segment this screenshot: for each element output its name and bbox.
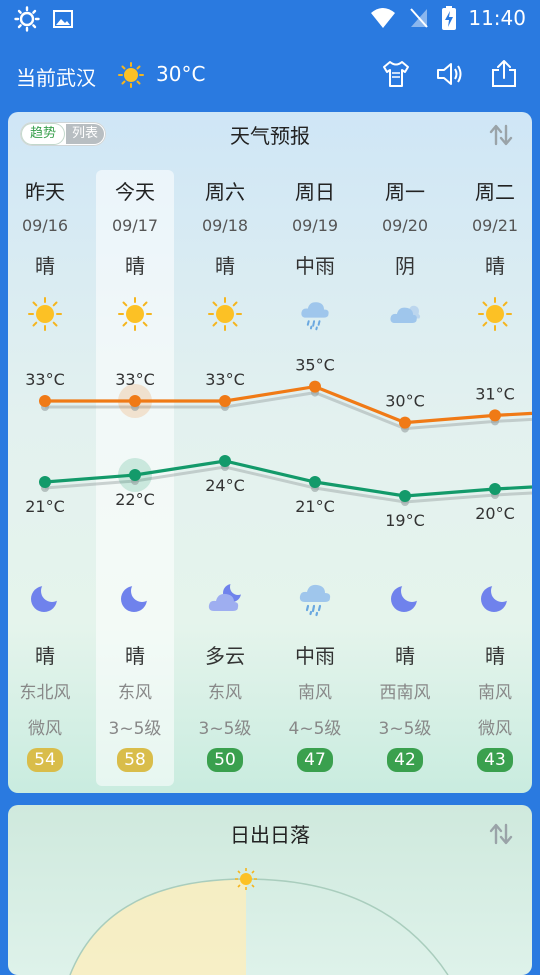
status-bar: 11:40 bbox=[0, 0, 540, 40]
low-temp-label: 21°C bbox=[295, 497, 335, 516]
low-temp-label: 21°C bbox=[25, 497, 65, 516]
temperature-chart: 33°C 21°C 33°C 22°C 33°C 24°C 35°C 21°C 30°C 19°C… bbox=[8, 112, 532, 793]
low-temp-line-point bbox=[39, 476, 51, 488]
clothing-icon[interactable] bbox=[380, 58, 412, 90]
high-temp-line-point bbox=[219, 395, 231, 407]
sunrise-sunset-card: 日出日落 bbox=[8, 805, 532, 975]
low-temp-label: 24°C bbox=[205, 476, 245, 495]
high-temp-label: 30°C bbox=[385, 392, 425, 411]
high-temp-line-point bbox=[399, 417, 411, 429]
low-temp-label: 20°C bbox=[475, 504, 515, 523]
high-temp-label: 33°C bbox=[25, 370, 65, 389]
high-temp-line bbox=[45, 387, 532, 423]
low-temp-line-point bbox=[489, 483, 501, 495]
wifi-icon bbox=[370, 6, 396, 30]
high-temp-line-point bbox=[489, 409, 501, 421]
high-temp-line-point bbox=[309, 381, 321, 393]
sun-path-arc bbox=[8, 805, 532, 975]
low-temp-line-point bbox=[219, 455, 231, 467]
high-temp-label: 35°C bbox=[295, 356, 335, 375]
app-bar: 当前武汉 30°C bbox=[0, 40, 540, 112]
current-temperature: 30°C bbox=[156, 62, 205, 86]
low-temp-line-point bbox=[399, 490, 411, 502]
location-label[interactable]: 当前武汉 bbox=[16, 62, 96, 91]
forecast-card: 趋势 列表 天气预报 昨天09/16晴晴东北风微风54今天09/17晴晴东风3~… bbox=[8, 112, 532, 793]
battery-charging-icon bbox=[442, 6, 456, 30]
low-temp-line-point bbox=[309, 476, 321, 488]
high-temp-label: 33°C bbox=[205, 370, 245, 389]
speaker-icon[interactable] bbox=[434, 58, 466, 90]
weather-status-icon bbox=[14, 6, 40, 32]
no-signal-icon bbox=[408, 6, 430, 30]
high-temp-label: 33°C bbox=[115, 370, 155, 389]
share-icon[interactable] bbox=[488, 58, 520, 90]
low-temp-line-point bbox=[129, 469, 141, 481]
high-temp-line-shadow bbox=[45, 393, 532, 429]
status-time: 11:40 bbox=[468, 6, 526, 30]
image-status-icon bbox=[52, 8, 74, 30]
low-temp-label: 22°C bbox=[115, 490, 155, 509]
high-temp-label: 31°C bbox=[475, 384, 515, 403]
low-temp-label: 19°C bbox=[385, 511, 425, 530]
high-temp-line-point bbox=[129, 395, 141, 407]
sun-icon bbox=[118, 62, 144, 88]
high-temp-line-point bbox=[39, 395, 51, 407]
